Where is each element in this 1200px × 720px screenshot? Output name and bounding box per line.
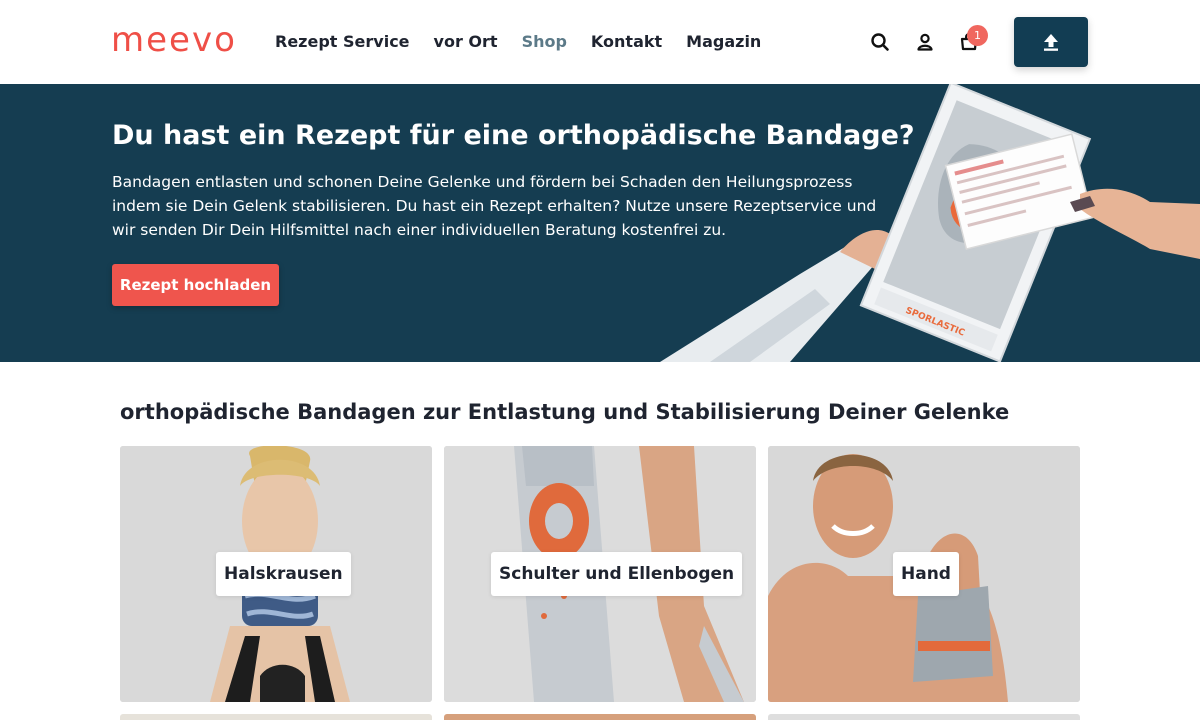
cart-count-badge: 1 [967, 25, 988, 46]
upload-prescription-button[interactable]: Rezept hochladen [112, 264, 279, 306]
nav-kontakt[interactable]: Kontakt [591, 30, 662, 54]
user-icon[interactable] [914, 31, 936, 53]
category-card-hand[interactable]: Hand [768, 446, 1080, 702]
category-label: Hand [893, 552, 959, 596]
category-label: Halskrausen [216, 552, 351, 596]
search-icon[interactable] [869, 31, 891, 53]
main-nav: Rezept Service vor Ort Shop Kontakt Maga… [275, 30, 761, 54]
category-card-peek [120, 714, 432, 720]
upload-button[interactable] [1014, 17, 1088, 67]
nav-rezept-service[interactable]: Rezept Service [275, 30, 410, 54]
hero-banner: SPORLASTIC Du hast ein Rezept für eine o… [0, 84, 1200, 362]
category-card-peek [768, 714, 1080, 720]
nav-shop[interactable]: Shop [522, 30, 567, 54]
category-card-schulter-ellenbogen[interactable]: Schulter und Ellenbogen [444, 446, 756, 702]
category-card-peek [444, 714, 756, 720]
nav-magazin[interactable]: Magazin [686, 30, 761, 54]
hero-description: Bandagen entlasten und schonen Deine Gel… [112, 173, 877, 239]
nav-vor-ort[interactable]: vor Ort [434, 30, 498, 54]
section-title: orthopädische Bandagen zur Entlastung un… [120, 400, 1010, 424]
category-card-halskrausen[interactable]: Halskrausen [120, 446, 432, 702]
logo[interactable]: meevo [111, 20, 237, 60]
upload-icon [1044, 34, 1058, 51]
hero-title: Du hast ein Rezept für eine orthopädisch… [112, 120, 915, 151]
category-label: Schulter und Ellenbogen [491, 552, 743, 596]
site-header: meevo Rezept Service vor Ort Shop Kontak… [0, 0, 1200, 84]
